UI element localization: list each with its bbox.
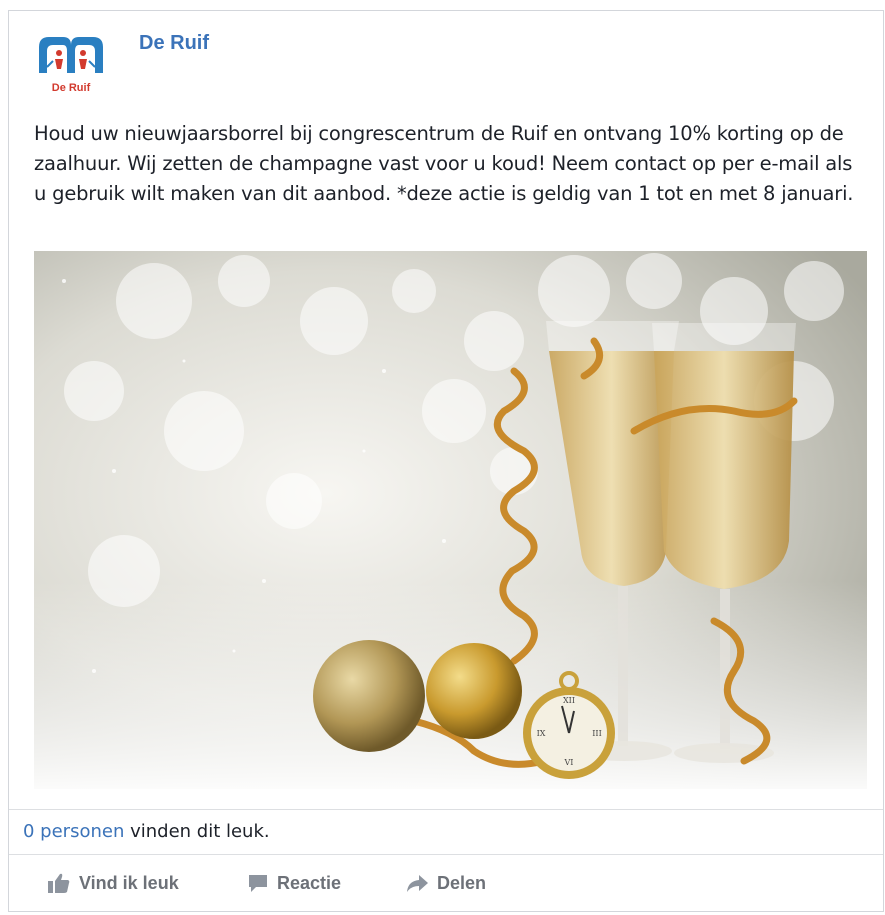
divider [9, 854, 883, 855]
share-arrow-icon [405, 872, 429, 894]
comment-icon [247, 872, 269, 894]
divider [9, 809, 883, 810]
share-label: Delen [437, 872, 487, 893]
svg-text:III: III [592, 729, 601, 738]
svg-text:XII: XII [563, 696, 575, 705]
like-label: Vind ik leuk [79, 872, 179, 893]
post-card: De Ruif De Ruif Houd uw nieuwjaarsborrel… [8, 10, 884, 912]
likes-count-link[interactable]: 0 personen [23, 821, 124, 842]
champagne-photo-image: XII III VI IX [34, 251, 867, 789]
likes-suffix: vinden dit leuk. [124, 821, 270, 842]
thumbs-up-icon [47, 872, 71, 894]
share-button[interactable]: Delen [405, 872, 486, 894]
comment-button[interactable]: Reactie [247, 872, 341, 894]
page-logo[interactable]: De Ruif [33, 29, 109, 101]
de-ruif-logo-icon: De Ruif [33, 29, 109, 101]
action-bar: Vind ik leuk Reactie Delen [9, 866, 883, 906]
page-name-link[interactable]: De Ruif [139, 32, 209, 55]
logo-text: De Ruif [52, 82, 91, 94]
post-photo[interactable]: XII III VI IX [34, 251, 867, 789]
svg-text:IX: IX [537, 729, 546, 738]
like-button[interactable]: Vind ik leuk [47, 872, 179, 894]
svg-text:VI: VI [564, 758, 574, 767]
comment-label: Reactie [277, 872, 342, 893]
post-text: Houd uw nieuwjaarsborrel bij congrescent… [34, 122, 854, 205]
likes-summary: 0 personen vinden dit leuk. [23, 821, 270, 842]
